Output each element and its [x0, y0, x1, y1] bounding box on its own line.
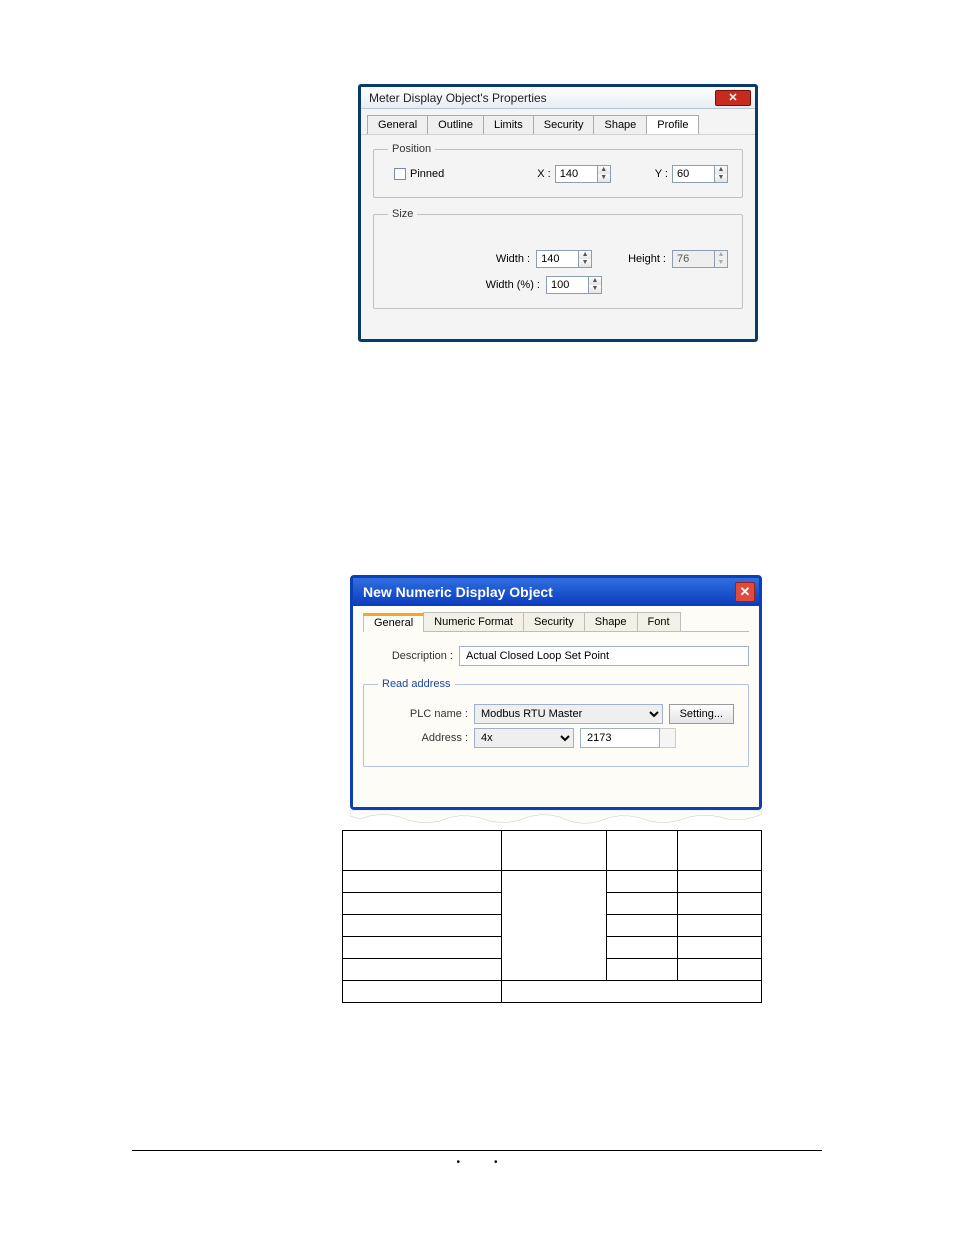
- read-address-legend: Read address: [378, 678, 455, 690]
- page-footer: • •: [132, 1150, 822, 1168]
- position-legend: Position: [388, 143, 435, 155]
- tab-general[interactable]: General: [367, 115, 428, 134]
- close-icon[interactable]: ✕: [735, 582, 755, 602]
- close-icon[interactable]: ✕: [715, 90, 751, 106]
- address-label: Address :: [378, 732, 468, 744]
- tab-shape[interactable]: Shape: [593, 115, 647, 134]
- address-input[interactable]: [580, 728, 660, 748]
- spinner-icon[interactable]: ▲▼: [588, 276, 602, 294]
- tab-limits[interactable]: Limits: [483, 115, 534, 134]
- widthpct-label: Width (%) :: [486, 279, 540, 291]
- window-title: Meter Display Object's Properties: [369, 91, 547, 105]
- title-bar[interactable]: New Numeric Display Object ✕: [353, 578, 759, 606]
- tab-security[interactable]: Security: [523, 612, 585, 631]
- size-legend: Size: [388, 208, 417, 220]
- address-aux-button[interactable]: [660, 728, 676, 748]
- spinner-icon[interactable]: ▲▼: [714, 165, 728, 183]
- spinner-icon[interactable]: ▲▼: [578, 250, 592, 268]
- tab-outline[interactable]: Outline: [427, 115, 484, 134]
- tab-font[interactable]: Font: [637, 612, 681, 631]
- table-row: [343, 981, 762, 1003]
- y-input[interactable]: ▲▼: [672, 165, 728, 183]
- width-label: Width :: [496, 253, 530, 265]
- spinner-icon[interactable]: ▲▼: [597, 165, 611, 183]
- description-input[interactable]: [459, 646, 749, 666]
- setting-button[interactable]: Setting...: [669, 704, 734, 724]
- position-group: Position Pinned X : ▲▼ Y : ▲▼: [373, 143, 743, 198]
- y-label: Y :: [655, 168, 668, 180]
- height-input: ▲▼: [672, 250, 728, 268]
- size-group: Size Width : ▲▼ Height : ▲▼ Width (%) : …: [373, 208, 743, 309]
- plc-name-label: PLC name :: [378, 708, 468, 720]
- window-title: New Numeric Display Object: [363, 584, 553, 600]
- dialog-body: Position Pinned X : ▲▼ Y : ▲▼ Size: [361, 135, 755, 339]
- checkbox-icon: [394, 168, 406, 180]
- numeric-display-dialog: New Numeric Display Object ✕ General Num…: [350, 575, 762, 810]
- bullet-icon: •: [456, 1157, 460, 1168]
- tab-numeric-format[interactable]: Numeric Format: [423, 612, 524, 631]
- table-row: [343, 831, 762, 871]
- torn-edge-decoration: [350, 810, 762, 828]
- bullet-icon: •: [494, 1157, 498, 1168]
- title-bar[interactable]: Meter Display Object's Properties ✕: [361, 87, 755, 109]
- tab-security[interactable]: Security: [533, 115, 595, 134]
- x-label: X :: [537, 168, 550, 180]
- tab-shape[interactable]: Shape: [584, 612, 638, 631]
- x-input[interactable]: ▲▼: [555, 165, 611, 183]
- tabs: General Numeric Format Security Shape Fo…: [363, 612, 749, 632]
- pinned-checkbox[interactable]: Pinned: [394, 168, 444, 180]
- dialog-body: General Numeric Format Security Shape Fo…: [353, 606, 759, 807]
- tab-general[interactable]: General: [363, 613, 424, 632]
- table-row: [343, 871, 762, 893]
- tab-profile[interactable]: Profile: [646, 115, 699, 134]
- spinner-icon: ▲▼: [714, 250, 728, 268]
- height-label: Height :: [628, 253, 666, 265]
- description-label: Description :: [363, 650, 453, 662]
- meter-properties-dialog: Meter Display Object's Properties ✕ Gene…: [358, 84, 758, 342]
- pinned-label: Pinned: [410, 168, 444, 180]
- widthpct-input[interactable]: ▲▼: [546, 276, 602, 294]
- address-type-select[interactable]: 4x: [474, 728, 574, 748]
- width-input[interactable]: ▲▼: [536, 250, 592, 268]
- parameter-table: [342, 830, 762, 1003]
- tabs: General Outline Limits Security Shape Pr…: [361, 109, 755, 135]
- plc-name-select[interactable]: Modbus RTU Master: [474, 704, 663, 724]
- read-address-group: Read address PLC name : Modbus RTU Maste…: [363, 678, 749, 767]
